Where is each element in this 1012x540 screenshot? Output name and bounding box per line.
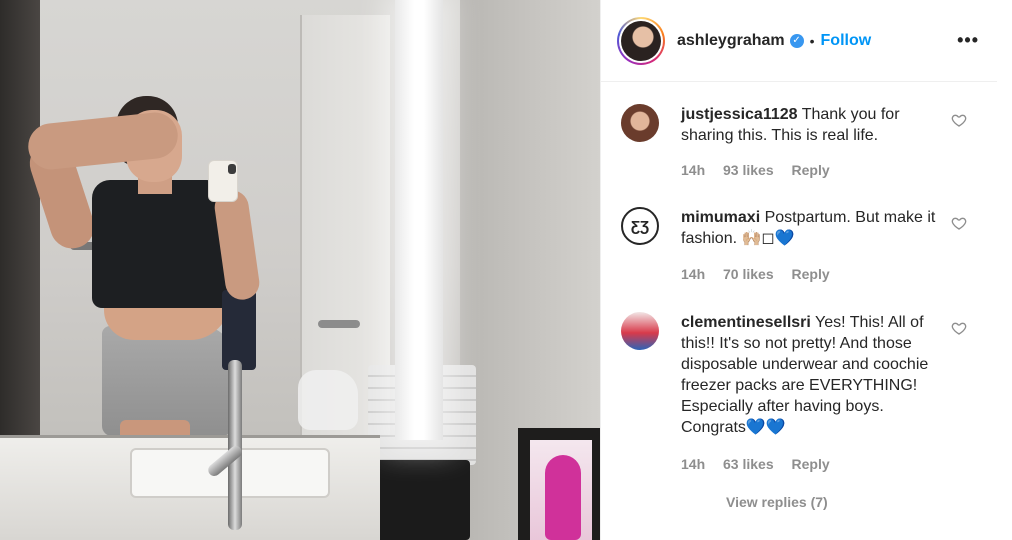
commenter-avatar[interactable] [621, 312, 659, 350]
view-replies-button[interactable]: View replies (7) [726, 494, 828, 510]
comment-username[interactable]: mimumaxi [681, 209, 760, 226]
comment-text: clementinesellsri Yes! This! All of this… [681, 312, 951, 438]
comment-likes[interactable]: 70 likes [723, 266, 774, 282]
comment-time: 14h [681, 456, 706, 472]
comment-time: 14h [681, 266, 706, 282]
comment-meta: 14h 70 likes Reply [681, 266, 844, 282]
avatar-image [621, 20, 661, 61]
post-username[interactable]: ashleygraham [677, 32, 785, 50]
post-side-panel: ashleygraham ✓ • Follow ••• justjessica1… [600, 0, 1012, 540]
instagram-post: ashleygraham ✓ • Follow ••• justjessica1… [0, 0, 1012, 540]
plastic-bag [298, 370, 358, 430]
verified-badge-icon: ✓ [789, 33, 804, 48]
post-header: ashleygraham ✓ • Follow ••• [601, 0, 997, 82]
comment-likes[interactable]: 63 likes [723, 456, 774, 472]
commenter-avatar[interactable] [621, 104, 659, 142]
comment-username[interactable]: justjessica1128 [681, 106, 798, 123]
comment-meta: 14h 93 likes Reply [681, 162, 844, 178]
comment-username[interactable]: clementinesellsri [681, 314, 811, 331]
comment-text: justjessica1128 Thank you for sharing th… [681, 104, 951, 146]
phone-camera [228, 164, 236, 174]
heart-icon[interactable] [951, 215, 967, 231]
dark-towel [222, 290, 256, 370]
comment-likes[interactable]: 93 likes [723, 162, 774, 178]
profile-avatar[interactable] [617, 16, 665, 65]
heart-icon[interactable] [951, 320, 967, 336]
commenter-avatar[interactable]: ƸƷ [621, 207, 659, 245]
more-options-icon[interactable]: ••• [957, 30, 979, 51]
reply-button[interactable]: Reply [792, 456, 830, 472]
heart-icon[interactable] [951, 112, 967, 128]
reply-button[interactable]: Reply [792, 266, 830, 282]
follow-button[interactable]: Follow [821, 32, 872, 50]
comment-content: Yes! This! All of this!! It's so not pre… [681, 314, 929, 436]
separator-dot: • [809, 32, 815, 49]
light-bar [395, 0, 443, 440]
comment-time: 14h [681, 162, 706, 178]
towel-bar [318, 320, 360, 328]
comment-text: mimumaxi Postpartum. But make it fashion… [681, 207, 951, 249]
artwork-figure [545, 455, 581, 540]
reply-button[interactable]: Reply [792, 162, 830, 178]
comment-meta: 14h 63 likes Reply [681, 456, 844, 472]
post-photo[interactable] [0, 0, 600, 540]
